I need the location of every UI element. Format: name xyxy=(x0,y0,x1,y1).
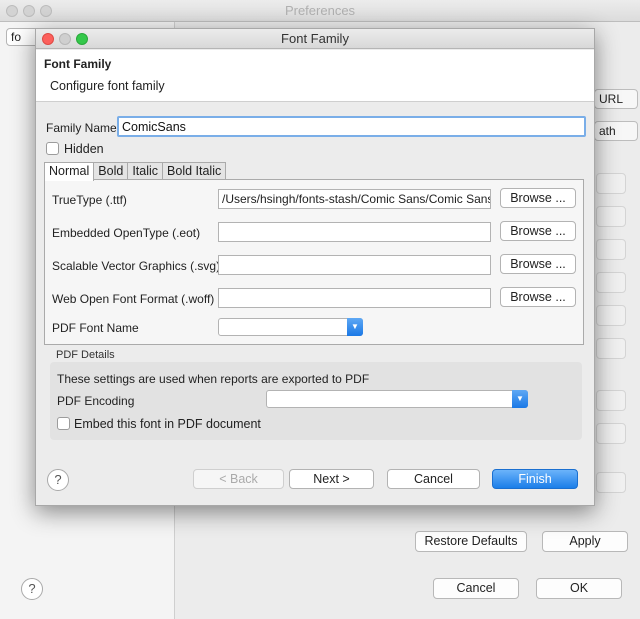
bg-ghost-button xyxy=(596,338,626,359)
font-family-dialog: Font Family Font Family Configure font f… xyxy=(35,28,595,506)
truetype-path-input[interactable]: /Users/hsingh/fonts-stash/Comic Sans/Com… xyxy=(218,189,491,209)
tab-normal[interactable]: Normal xyxy=(44,162,95,181)
woff-path-input[interactable] xyxy=(218,288,491,308)
dialog-title: Font Family xyxy=(281,31,349,46)
pdf-encoding-label: PDF Encoding xyxy=(57,394,135,408)
embed-font-checkbox[interactable] xyxy=(57,417,70,431)
tab-italic[interactable]: Italic xyxy=(127,162,164,180)
truetype-browse-button[interactable]: Browse ... xyxy=(500,188,576,208)
woff-browse-button[interactable]: Browse ... xyxy=(500,287,576,307)
bg-ghost-button xyxy=(596,472,626,493)
chevron-down-icon: ▼ xyxy=(347,318,363,336)
pdf-details-description: These settings are used when reports are… xyxy=(57,372,370,386)
pdf-font-name-select[interactable]: ▼ xyxy=(218,318,363,336)
pdf-encoding-select[interactable]: ▼ xyxy=(266,390,528,408)
bg-url-label: URL xyxy=(599,92,624,106)
hidden-checkbox[interactable] xyxy=(46,142,59,156)
svg-label: Scalable Vector Graphics (.svg) xyxy=(52,259,221,273)
preferences-titlebar: Preferences xyxy=(0,0,640,22)
embed-font-row[interactable]: Embed this font in PDF document xyxy=(57,416,261,431)
finish-button[interactable]: Finish xyxy=(492,469,578,489)
bg-ghost-button xyxy=(596,423,626,444)
preferences-title: Preferences xyxy=(284,3,356,18)
banner-title: Font Family xyxy=(44,57,112,71)
dialog-banner: Font Family Configure font family xyxy=(36,50,594,102)
bg-ghost-button xyxy=(596,239,626,260)
bg-ghost-button xyxy=(596,272,626,293)
minimize-icon[interactable] xyxy=(23,5,35,17)
tab-panel-normal: TrueType (.ttf) /Users/hsingh/fonts-stas… xyxy=(44,179,584,345)
bg-path-button[interactable]: ath xyxy=(594,121,638,141)
tab-bold-italic[interactable]: Bold Italic xyxy=(162,162,227,180)
woff-label: Web Open Font Format (.woff) xyxy=(52,292,215,306)
dialog-help-icon[interactable]: ? xyxy=(47,469,69,491)
bg-ghost-button xyxy=(596,305,626,326)
zoom-icon[interactable] xyxy=(40,5,52,17)
pdf-details-label: PDF Details xyxy=(56,349,115,361)
family-name-label: Family Name xyxy=(46,121,117,135)
close-icon[interactable] xyxy=(42,33,54,45)
embed-font-label: Embed this font in PDF document xyxy=(74,416,261,431)
pdf-details-group: These settings are used when reports are… xyxy=(50,362,582,440)
eot-label: Embedded OpenType (.eot) xyxy=(52,226,201,240)
back-button[interactable]: < Back xyxy=(193,469,284,489)
font-style-tabs: Normal Bold Italic Bold Italic xyxy=(44,162,227,181)
bg-url-button[interactable]: URL xyxy=(594,89,638,109)
minimize-icon[interactable] xyxy=(59,33,71,45)
hidden-checkbox-row[interactable]: Hidden xyxy=(46,141,104,159)
pdf-font-name-label: PDF Font Name xyxy=(52,321,139,335)
hidden-label: Hidden xyxy=(64,141,104,156)
next-button[interactable]: Next > xyxy=(289,469,374,489)
preferences-help-icon[interactable]: ? xyxy=(21,578,43,600)
preferences-cancel-button[interactable]: Cancel xyxy=(433,578,519,599)
family-name-input[interactable] xyxy=(117,116,586,137)
preferences-ok-button[interactable]: OK xyxy=(536,578,622,599)
bg-ghost-button xyxy=(596,206,626,227)
tab-bold[interactable]: Bold xyxy=(93,162,129,180)
restore-defaults-button[interactable]: Restore Defaults xyxy=(415,531,527,552)
bg-path-label: ath xyxy=(599,124,616,138)
cancel-button[interactable]: Cancel xyxy=(387,469,480,489)
eot-path-input[interactable] xyxy=(218,222,491,242)
zoom-icon[interactable] xyxy=(76,33,88,45)
bg-ghost-button xyxy=(596,173,626,194)
bg-ghost-button xyxy=(596,390,626,411)
dialog-titlebar: Font Family xyxy=(36,29,594,49)
eot-browse-button[interactable]: Browse ... xyxy=(500,221,576,241)
apply-button[interactable]: Apply xyxy=(542,531,628,552)
svg-path-input[interactable] xyxy=(218,255,491,275)
chevron-down-icon: ▼ xyxy=(512,390,528,408)
svg-browse-button[interactable]: Browse ... xyxy=(500,254,576,274)
truetype-label: TrueType (.ttf) xyxy=(52,193,127,207)
close-icon[interactable] xyxy=(6,5,18,17)
banner-description: Configure font family xyxy=(50,79,165,93)
